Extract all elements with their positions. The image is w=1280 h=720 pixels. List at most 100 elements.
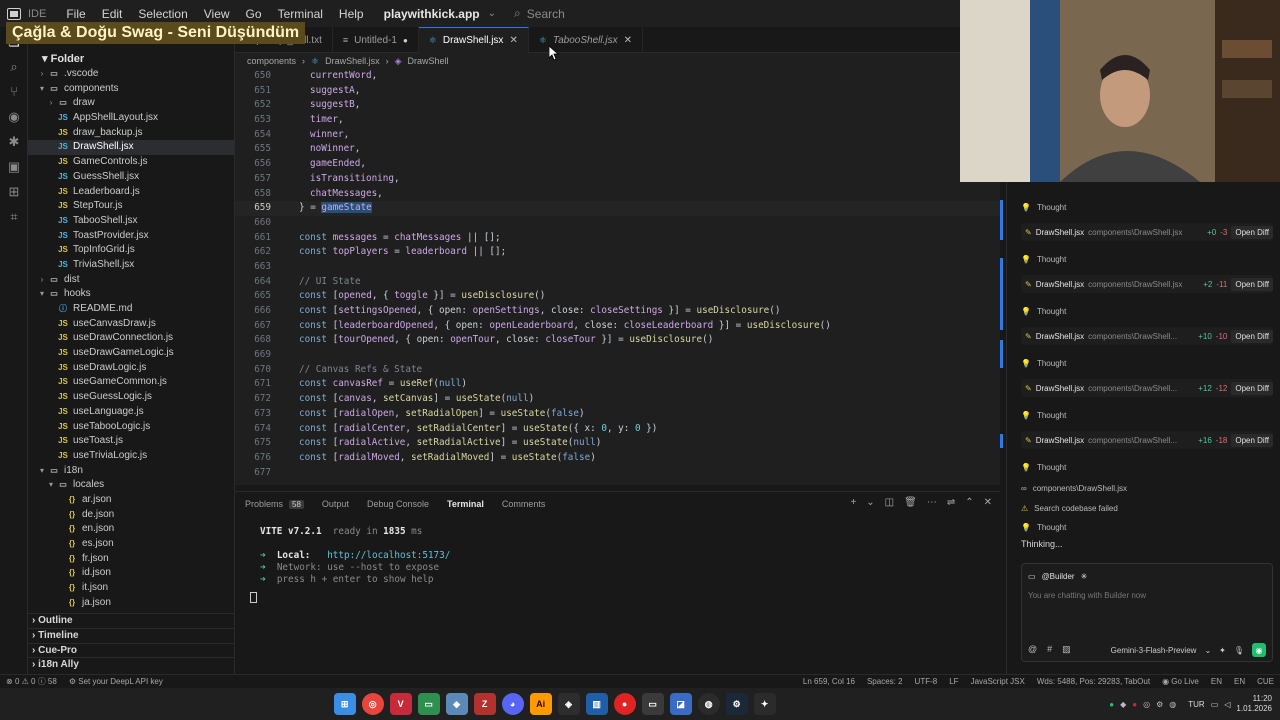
tree-folder[interactable]: › ▭ .vscode — [28, 67, 234, 82]
code-line[interactable]: 676 const [radialMoved, setRadialMoved] =… — [235, 451, 1000, 466]
hash-icon[interactable]: # — [1047, 644, 1052, 655]
outline-panel[interactable]: › Outline — [28, 613, 235, 628]
tree-file[interactable]: {} fr.json — [28, 552, 234, 567]
code-line[interactable]: 675 const [radialActive, setRadialActive]… — [235, 436, 1000, 451]
menu-terminal[interactable]: Terminal — [270, 7, 331, 21]
layout-icon[interactable]: ⇌ — [947, 497, 955, 508]
tree-file[interactable]: ⓘ README.md — [28, 302, 234, 317]
tree-file[interactable]: JS useCanvasDraw.js — [28, 317, 234, 332]
obs-icon[interactable]: ◍ — [697, 693, 720, 715]
code-line[interactable]: 674 const [radialCenter, setRadialCenter]… — [235, 422, 1000, 437]
record-icon[interactable]: ● — [613, 693, 636, 715]
close-icon[interactable]: ✕ — [509, 35, 517, 46]
tree-file[interactable]: JS GuessShell.jsx — [28, 170, 234, 185]
thought-row[interactable]: 💡 Thought — [1021, 460, 1273, 474]
cue-status[interactable]: CUE — [1251, 677, 1280, 686]
tray-icon[interactable]: ● — [1132, 700, 1137, 709]
chevron-down-icon[interactable]: ⌄ — [866, 497, 874, 508]
timeline-panel[interactable]: › Timeline — [28, 627, 235, 643]
breadcrumb-item[interactable]: DrawShell.jsx — [325, 56, 380, 66]
open-diff-button[interactable]: Open Diff — [1231, 277, 1273, 291]
code-line[interactable]: 670 // Canvas Refs & State — [235, 363, 1000, 378]
tree-file[interactable]: {} id.json — [28, 566, 234, 581]
code-line[interactable]: 656 gameEnded, — [235, 157, 1000, 172]
tree-file[interactable]: JS ToastProvider.jsx — [28, 229, 234, 244]
tab-untitled-1[interactable]: ≡ Untitled-1 ● — [333, 27, 419, 53]
menu-selection[interactable]: Selection — [130, 7, 195, 21]
tree-file[interactable]: {} it.json — [28, 581, 234, 596]
code-line[interactable]: 659} = gameState — [235, 201, 1000, 216]
tab-comments[interactable]: Comments — [502, 499, 556, 509]
tree-file[interactable]: JS useGuessLogic.js — [28, 390, 234, 405]
steam-icon[interactable]: ⚙ — [725, 693, 748, 715]
tree-file[interactable]: JS useToast.js — [28, 434, 234, 449]
filezilla-icon[interactable]: Z — [473, 693, 496, 715]
illustrator-icon[interactable]: Ai — [529, 693, 552, 715]
thought-row[interactable]: 💡 Thought — [1021, 520, 1273, 534]
keyboard-language[interactable]: TUR — [1188, 700, 1204, 709]
thought-row[interactable]: 💡 Thought — [1021, 408, 1273, 422]
tree-file[interactable]: JS useTabooLogic.js — [28, 420, 234, 435]
chevron-down-icon[interactable]: ⌄ — [488, 8, 496, 19]
code-line[interactable]: 653 timer, — [235, 113, 1000, 128]
command-search[interactable]: ⌕ Search — [514, 6, 565, 21]
window-icon[interactable]: ▭ — [641, 693, 664, 715]
remote-icon[interactable]: ▣ — [0, 154, 28, 179]
menu-go[interactable]: Go — [238, 7, 270, 21]
tree-file[interactable]: JS useDrawConnection.js — [28, 331, 234, 346]
tree-file[interactable]: {} es.json — [28, 537, 234, 552]
i18n-ally-panel[interactable]: › i18n Ally — [28, 657, 235, 672]
code-line[interactable]: 667 const [leaderboardOpened, { open: ope… — [235, 319, 1000, 334]
language-mode[interactable]: JavaScript JSX — [965, 677, 1031, 686]
tree-file[interactable]: JS DrawShell.jsx — [28, 140, 234, 156]
open-diff-button[interactable]: Open Diff — [1231, 433, 1273, 447]
tree-file[interactable]: JS draw_backup.js — [28, 126, 234, 141]
word-count[interactable]: Wds: 5488, Pos: 29283, TabOut — [1031, 677, 1156, 686]
code-line[interactable]: 664 // UI State — [235, 275, 1000, 290]
code-line[interactable]: 662 const topPlayers = leaderboard || []; — [235, 245, 1000, 260]
clock[interactable]: 11:20 1.01.2026 — [1236, 694, 1272, 714]
code-line[interactable]: 672 const [canvas, setCanvas] = useState(… — [235, 392, 1000, 407]
trash-icon[interactable]: 🗑 — [904, 497, 917, 508]
menu-edit[interactable]: Edit — [94, 7, 131, 21]
tray-icon[interactable]: ● — [1109, 700, 1114, 709]
mic-icon[interactable]: 🎙 — [1234, 646, 1244, 655]
workspace-name[interactable]: playwithkick.app — [384, 7, 480, 21]
code-line[interactable]: 677 — [235, 466, 1000, 481]
send-button[interactable]: ◉ — [1252, 643, 1266, 657]
tree-file[interactable]: JS StepTour.js — [28, 199, 234, 214]
code-line[interactable]: 654 winner, — [235, 128, 1000, 143]
keyboard-lang[interactable]: EN — [1205, 677, 1228, 686]
tree-file[interactable]: JS useDrawGameLogic.js — [28, 346, 234, 361]
code-line[interactable]: 666 const [settingsOpened, { open: openSe… — [235, 304, 1000, 319]
tray-icon[interactable]: ◎ — [1143, 700, 1150, 709]
tree-file[interactable]: JS TopInfoGrid.js — [28, 243, 234, 258]
app-icon[interactable]: ▥ — [585, 693, 608, 715]
code-line[interactable]: 665 const [opened, { toggle }] = useDiscl… — [235, 289, 1000, 304]
debug-icon[interactable]: ✱ — [0, 129, 28, 154]
image-icon[interactable]: ▨ — [1062, 644, 1071, 655]
tree-file[interactable]: JS AppShellLayout.jsx — [28, 111, 234, 126]
menu-file[interactable]: File — [58, 7, 93, 21]
app-icon[interactable]: ✦ — [753, 693, 776, 715]
open-diff-button[interactable]: Open Diff — [1231, 381, 1273, 395]
tab-drawshell[interactable]: ⚛ DrawShell.jsx ✕ — [418, 27, 529, 53]
deepl-status[interactable]: ⚙ Set your DeepL API key — [63, 677, 169, 686]
go-live-button[interactable]: ◉ Go Live — [1156, 677, 1205, 686]
file-link-row[interactable]: ∞ components\DrawShell.jsx — [1021, 481, 1273, 495]
terminal-icon[interactable]: ▭ — [417, 693, 440, 715]
tree-file[interactable]: JS Leaderboard.js — [28, 185, 234, 200]
tree-folder[interactable]: ▾ ▭ hooks — [28, 287, 234, 302]
local-url-link[interactable]: http://localhost:5173/ — [327, 550, 450, 561]
close-icon[interactable]: ✕ — [984, 497, 992, 508]
discord-icon[interactable]: ◕ — [501, 693, 524, 715]
breadcrumb-item[interactable]: components — [247, 56, 296, 66]
tree-folder[interactable]: › ▭ draw — [28, 96, 234, 111]
maximize-icon[interactable]: ⌃ — [965, 497, 973, 508]
code-line[interactable]: 652 suggestB, — [235, 98, 1000, 113]
source-control-icon[interactable]: ⑂ — [0, 79, 28, 104]
tree-folder[interactable]: ▾ ▭ locales — [28, 478, 234, 493]
tree-folder[interactable]: › ▭ dist — [28, 273, 234, 288]
tree-file[interactable]: {} en.json — [28, 522, 234, 537]
thought-row[interactable]: 💡 Thought — [1021, 356, 1273, 370]
